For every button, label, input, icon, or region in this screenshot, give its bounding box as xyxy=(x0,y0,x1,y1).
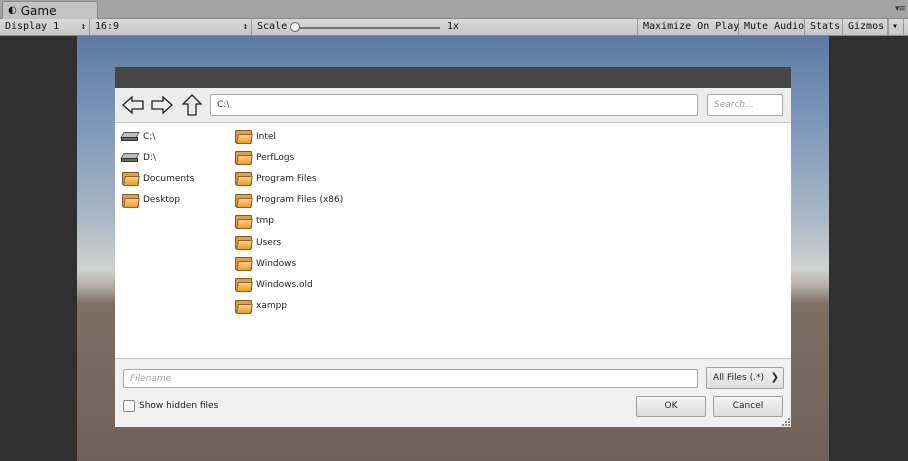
dialog-title-bar[interactable] xyxy=(115,67,791,88)
list-item-label: C:\ xyxy=(143,131,156,142)
ok-button[interactable]: OK xyxy=(636,396,706,417)
back-arrow-icon[interactable] xyxy=(121,94,145,116)
file-list-area: C:\ D:\ Documents Desktop Intel PerfLogs… xyxy=(115,123,791,359)
list-item[interactable]: Program Files (x86) xyxy=(234,190,343,211)
quick-access-item-d[interactable]: D:\ xyxy=(121,147,194,168)
drive-icon xyxy=(121,129,139,144)
folder-icon xyxy=(121,171,139,186)
game-view-letterbox-left xyxy=(0,36,77,461)
list-item[interactable]: xampp xyxy=(234,296,343,317)
folder-icon xyxy=(121,193,139,208)
cancel-button[interactable]: Cancel xyxy=(713,396,783,417)
list-item-label: tmp xyxy=(256,216,275,227)
folder-icon xyxy=(234,277,252,292)
file-type-dropdown[interactable]: All Files (.*) ❯ xyxy=(706,367,784,389)
show-hidden-files-label: Show hidden files xyxy=(139,401,219,411)
quick-access-item-documents[interactable]: Documents xyxy=(121,168,194,189)
list-item-label: Program Files xyxy=(256,173,317,184)
list-item-label: Documents xyxy=(143,173,195,184)
display-dropdown[interactable]: Display 1 xyxy=(0,19,90,35)
list-item[interactable]: tmp xyxy=(234,211,343,232)
path-field[interactable]: C:\ xyxy=(210,94,698,116)
list-item-label: Intel xyxy=(256,131,276,142)
stats-toggle[interactable]: Stats xyxy=(805,19,843,35)
list-item-label: Windows xyxy=(256,258,297,269)
search-input[interactable] xyxy=(707,94,783,116)
mute-audio-label: Mute Audio xyxy=(744,21,805,32)
window-tab-strip: ◐ Game ▾≡ xyxy=(0,0,908,19)
gizmos-label: Gizmos xyxy=(848,21,885,32)
file-browser-dialog: C:\ C:\ D:\ Documents Desktop Intel xyxy=(115,67,791,427)
navigation-bar: C:\ xyxy=(115,88,791,123)
up-arrow-icon[interactable] xyxy=(180,94,204,116)
resize-grip-icon[interactable] xyxy=(781,417,790,426)
folder-icon xyxy=(234,256,252,271)
list-item[interactable]: PerfLogs xyxy=(234,147,343,168)
folder-icon xyxy=(234,129,252,144)
folder-icon xyxy=(234,299,252,314)
scale-slider-track[interactable] xyxy=(297,27,440,29)
list-item-label: xampp xyxy=(256,301,288,312)
gizmos-dropdown-arrow[interactable]: ▾ xyxy=(888,19,904,35)
game-tab-label: Game xyxy=(20,3,57,18)
game-tab[interactable]: ◐ Game xyxy=(2,1,98,19)
aspect-dropdown-label: 16:9 xyxy=(95,21,120,32)
show-hidden-files-checkbox[interactable] xyxy=(123,400,135,412)
drive-icon xyxy=(121,150,139,165)
folder-list: Intel PerfLogs Program Files Program Fil… xyxy=(234,126,343,317)
game-controller-icon: ◐ xyxy=(8,5,17,16)
game-view-letterbox-right xyxy=(829,36,908,461)
list-item[interactable]: Windows xyxy=(234,253,343,274)
maximize-on-play-label: Maximize On Play xyxy=(643,21,740,32)
list-item-label: D:\ xyxy=(143,152,156,163)
display-dropdown-label: Display 1 xyxy=(5,21,60,32)
folder-icon xyxy=(234,171,252,186)
folder-icon xyxy=(234,214,252,229)
show-hidden-files-option[interactable]: Show hidden files xyxy=(123,400,218,412)
filename-input[interactable] xyxy=(123,369,698,388)
aspect-dropdown[interactable]: 16:9 xyxy=(90,19,252,35)
list-item[interactable]: Intel xyxy=(234,126,343,147)
stats-label: Stats xyxy=(810,21,841,32)
list-item[interactable]: Users xyxy=(234,232,343,253)
mute-audio-toggle[interactable]: Mute Audio xyxy=(739,19,805,35)
quick-access-item-desktop[interactable]: Desktop xyxy=(121,190,194,211)
list-item-label: Desktop xyxy=(143,195,181,206)
list-item-label: Users xyxy=(256,237,282,248)
quick-access-item-c[interactable]: C:\ xyxy=(121,126,194,147)
gizmos-toggle[interactable]: Gizmos xyxy=(843,19,888,35)
list-item-label: PerfLogs xyxy=(256,152,295,163)
tab-menu-icon[interactable]: ▾≡ xyxy=(895,4,906,14)
list-item-label: Program Files (x86) xyxy=(256,195,344,206)
chevron-down-icon: ❯ xyxy=(770,372,779,383)
forward-arrow-icon[interactable] xyxy=(150,94,174,116)
file-type-label: All Files (.*) xyxy=(713,373,765,383)
folder-icon xyxy=(234,193,252,208)
scale-slider-knob[interactable] xyxy=(290,22,300,32)
list-item[interactable]: Windows.old xyxy=(234,274,343,295)
list-item[interactable]: Program Files xyxy=(234,168,343,189)
scale-label: Scale xyxy=(257,21,288,32)
scale-value: 1x xyxy=(447,21,460,32)
folder-icon xyxy=(234,150,252,165)
list-item-label: Windows.old xyxy=(256,279,313,290)
maximize-on-play-toggle[interactable]: Maximize On Play xyxy=(638,19,739,35)
quick-access-list: C:\ D:\ Documents Desktop xyxy=(121,126,194,211)
game-view-toolbar: Display 1 16:9 Scale 1x Maximize On Play… xyxy=(0,19,908,36)
folder-icon xyxy=(234,235,252,250)
